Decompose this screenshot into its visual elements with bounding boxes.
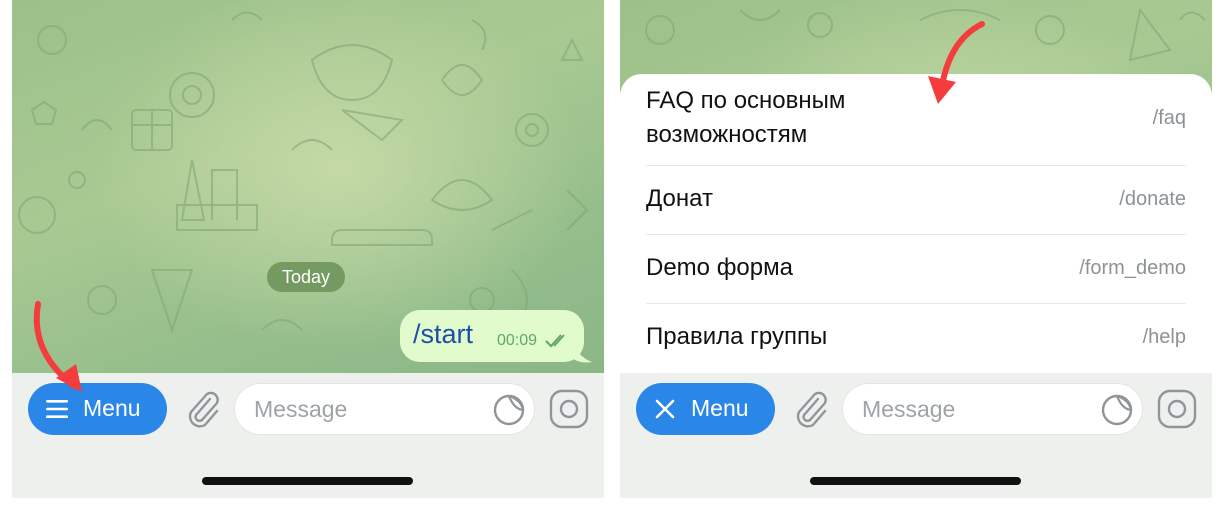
command-title: Demo форма bbox=[646, 254, 793, 281]
chat-background: FAQ по основным возможностям /faq Донат … bbox=[620, 0, 1212, 373]
command-title: Правила группы bbox=[646, 323, 828, 350]
command-code: /faq bbox=[1152, 107, 1186, 129]
command-item-form-demo[interactable]: Demo форма /form_demo bbox=[620, 235, 1212, 303]
home-indicator bbox=[202, 477, 413, 485]
command-item-faq[interactable]: FAQ по основным возможностям /faq bbox=[620, 74, 1212, 165]
command-code: /help bbox=[1142, 326, 1186, 348]
hamburger-icon bbox=[46, 400, 68, 418]
chat-screen-left: Today /start 00:09 Menu Message bbox=[12, 0, 604, 498]
chat-screen-right: FAQ по основным возможностям /faq Донат … bbox=[620, 0, 1212, 498]
annotation-arrow-icon bbox=[33, 301, 82, 392]
paperclip-icon[interactable] bbox=[182, 389, 220, 429]
message-placeholder: Message bbox=[254, 396, 348, 422]
composer-bar: Menu Message bbox=[620, 373, 1212, 498]
outgoing-message-bubble[interactable]: /start 00:09 bbox=[400, 310, 584, 362]
home-indicator bbox=[810, 477, 1021, 485]
command-item-help[interactable]: Правила группы /help bbox=[620, 304, 1212, 373]
sticker-icon[interactable] bbox=[492, 393, 526, 427]
message-input[interactable]: Message bbox=[842, 383, 1143, 435]
bot-commands-menu: FAQ по основным возможностям /faq Донат … bbox=[620, 74, 1212, 373]
menu-button-label: Menu bbox=[691, 395, 749, 421]
command-code: /donate bbox=[1119, 188, 1186, 210]
date-separator: Today bbox=[267, 262, 345, 292]
command-item-donate[interactable]: Донат /donate bbox=[620, 166, 1212, 234]
command-title: FAQ по основным возможностям bbox=[646, 87, 846, 148]
bot-menu-button[interactable]: Menu bbox=[636, 383, 775, 435]
command-code: /form_demo bbox=[1079, 257, 1186, 279]
camera-icon[interactable] bbox=[1157, 389, 1197, 429]
sticker-icon[interactable] bbox=[1100, 393, 1134, 427]
close-icon bbox=[655, 399, 675, 419]
camera-icon[interactable] bbox=[549, 389, 589, 429]
message-time: 00:09 bbox=[497, 332, 538, 349]
command-title: Донат bbox=[646, 185, 713, 212]
message-input[interactable]: Message bbox=[234, 383, 535, 435]
message-text: /start bbox=[413, 319, 474, 349]
paperclip-icon[interactable] bbox=[790, 389, 828, 429]
double-check-icon bbox=[545, 334, 565, 348]
annotation-arrow-icon bbox=[928, 21, 985, 104]
message-placeholder: Message bbox=[862, 396, 956, 422]
